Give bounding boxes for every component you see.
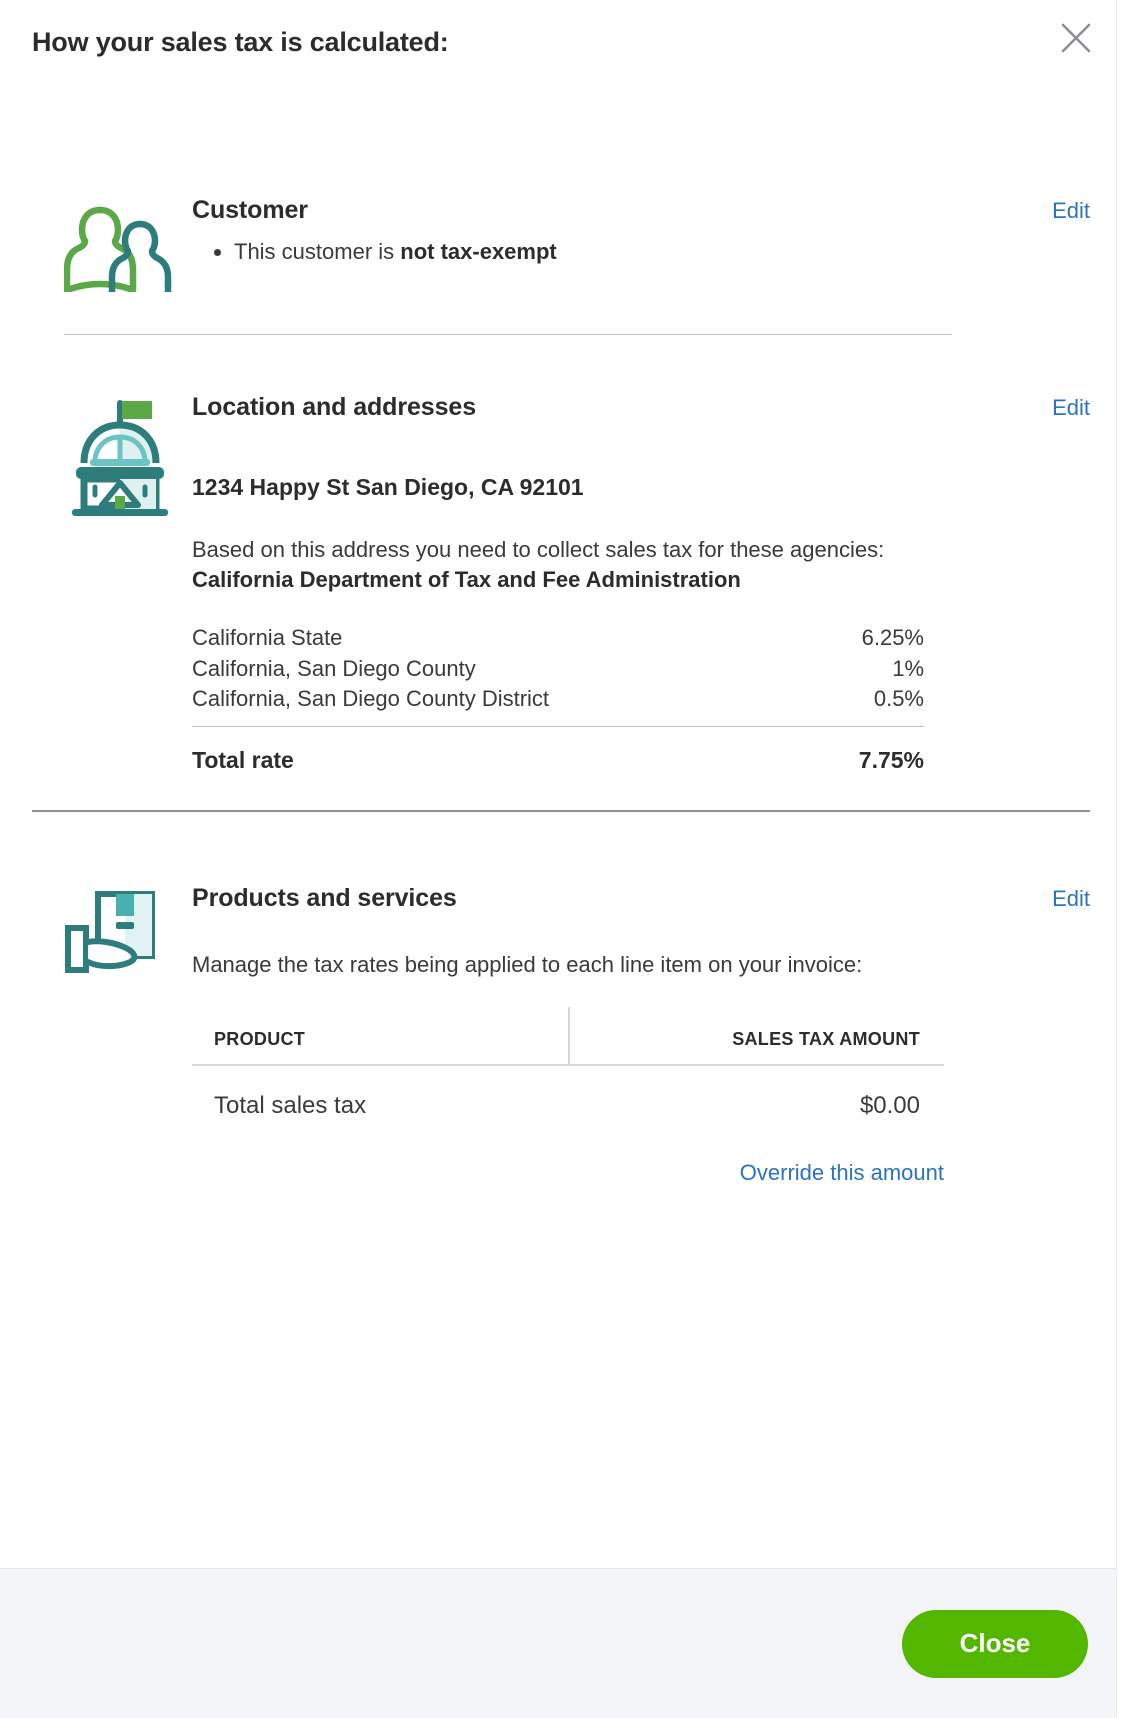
products-edit-link[interactable]: Edit (1052, 886, 1090, 912)
rate-value: 6.25% (862, 623, 924, 653)
close-button[interactable]: Close (902, 1610, 1088, 1678)
customer-edit-link[interactable]: Edit (1052, 198, 1090, 224)
location-content: Location and addresses Edit 1234 Happy S… (192, 393, 1090, 774)
sales-tax-modal: How your sales tax is calculated: (0, 0, 1122, 1718)
customer-exempt-prefix: This customer is (234, 239, 400, 264)
column-header-product: PRODUCT (192, 1029, 568, 1050)
products-content: Products and services Edit Manage the ta… (192, 884, 1090, 1185)
hand-holding-box-icon (32, 884, 192, 980)
close-icon[interactable] (1054, 16, 1098, 60)
total-sales-tax-label: Total sales tax (192, 1092, 568, 1120)
rate-name: California, San Diego County District (192, 684, 549, 714)
list-item: This customer is not tax-exempt (234, 237, 1090, 267)
rate-name: California, San Diego County (192, 654, 476, 684)
table-row: Total sales tax $0.00 (192, 1066, 944, 1120)
two-people-icon (32, 196, 192, 292)
location-title: Location and addresses (192, 393, 476, 422)
right-edge-border (1116, 0, 1122, 1718)
rate-value: 1% (892, 654, 924, 684)
customer-bullet-list: This customer is not tax-exempt (234, 237, 1090, 267)
column-separator (568, 1007, 570, 1064)
total-sales-tax-value: $0.00 (568, 1092, 944, 1120)
location-description: Based on this address you need to collec… (192, 535, 912, 565)
location-agency-name: California Department of Tax and Fee Adm… (192, 565, 1090, 595)
customer-title: Customer (192, 196, 308, 225)
modal-body: Customer Edit This customer is not tax-e… (0, 86, 1122, 1718)
products-title: Products and services (192, 884, 457, 913)
divider-customer (64, 334, 952, 335)
location-edit-link[interactable]: Edit (1052, 395, 1090, 421)
customer-header-row: Customer Edit (192, 196, 1090, 225)
location-header-row: Location and addresses Edit (192, 393, 1090, 422)
products-table: PRODUCT SALES TAX AMOUNT Total sales tax… (192, 1029, 944, 1120)
location-address: 1234 Happy St San Diego, CA 92101 (192, 474, 1090, 501)
location-section: Location and addresses Edit 1234 Happy S… (32, 393, 1090, 774)
products-table-header: PRODUCT SALES TAX AMOUNT (192, 1029, 944, 1066)
tax-rate-list: California State 6.25% California, San D… (192, 623, 924, 774)
page-title: How your sales tax is calculated: (32, 27, 449, 58)
products-description: Manage the tax rates being applied to ea… (192, 949, 908, 980)
capitol-building-icon (32, 393, 192, 519)
products-header-row: Products and services Edit (192, 884, 1090, 913)
table-row: California, San Diego County District 0.… (192, 684, 924, 714)
rate-value: 0.5% (874, 684, 924, 714)
customer-content: Customer Edit This customer is not tax-e… (192, 196, 1090, 267)
customer-exempt-emphasis: not tax-exempt (400, 239, 556, 264)
divider-rates (192, 726, 924, 727)
modal-footer: Close (0, 1568, 1122, 1718)
customer-section: Customer Edit This customer is not tax-e… (32, 196, 1090, 292)
divider-location (32, 810, 1090, 812)
total-rate-row: Total rate 7.75% (192, 747, 924, 774)
table-row: California State 6.25% (192, 623, 924, 653)
total-rate-label: Total rate (192, 747, 294, 774)
modal-header: How your sales tax is calculated: (0, 0, 1122, 86)
column-header-sales-tax-amount: SALES TAX AMOUNT (568, 1029, 944, 1050)
table-row: California, San Diego County 1% (192, 654, 924, 684)
total-rate-value: 7.75% (859, 747, 924, 774)
override-row: Override this amount (192, 1160, 944, 1186)
override-amount-link[interactable]: Override this amount (740, 1160, 944, 1185)
rate-name: California State (192, 623, 342, 653)
products-section: Products and services Edit Manage the ta… (32, 884, 1090, 1185)
